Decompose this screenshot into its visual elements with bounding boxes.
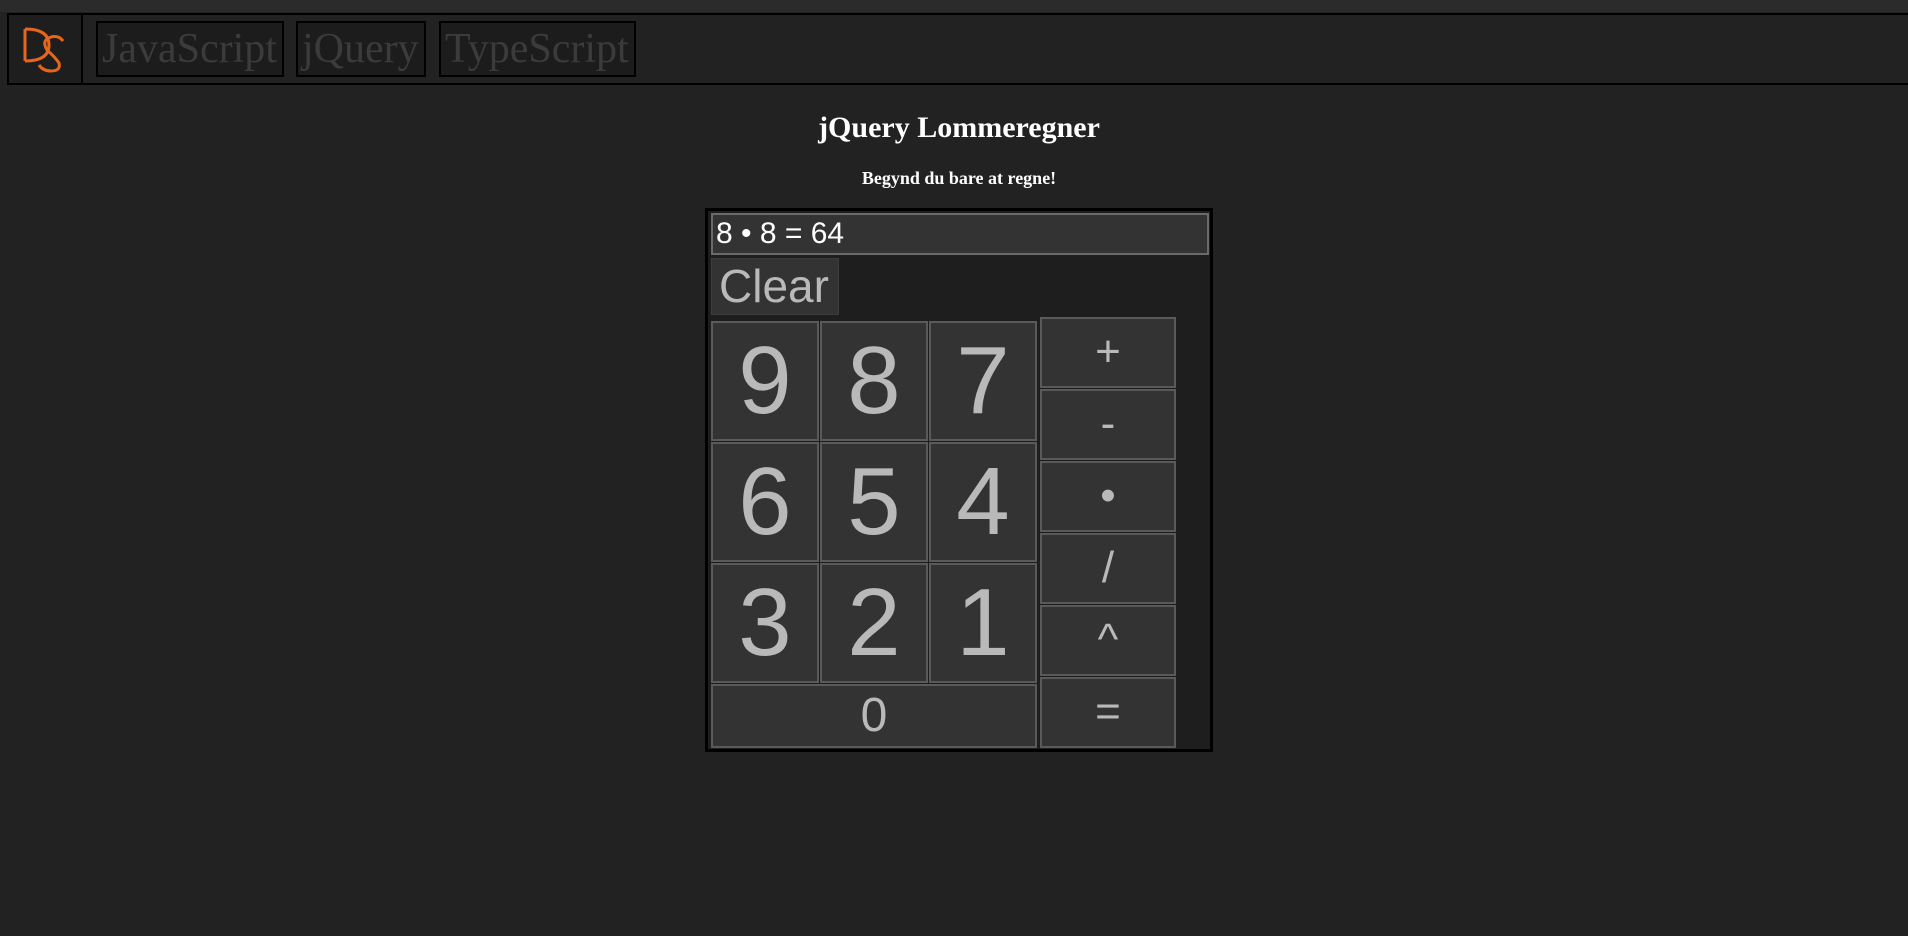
power-button[interactable]: ^ — [1040, 605, 1176, 676]
page-title: jQuery Lommeregner — [818, 111, 1100, 144]
clear-button[interactable]: Clear — [711, 258, 839, 315]
nav-link-jquery[interactable]: jQuery — [296, 21, 426, 77]
digit-1-button[interactable]: 1 — [929, 563, 1037, 683]
top-navbar: JavaScript jQuery TypeScript — [7, 13, 1908, 85]
nav-link-javascript[interactable]: JavaScript — [96, 21, 284, 77]
nav-link-typescript[interactable]: TypeScript — [439, 21, 636, 77]
digit-8-button[interactable]: 8 — [820, 321, 928, 441]
calculator-display[interactable]: 8 • 8 = 64 — [711, 213, 1209, 255]
calculator: 8 • 8 = 64 Clear 9 8 7 6 5 4 3 2 1 0 + -… — [705, 208, 1213, 752]
equals-button[interactable]: = — [1040, 677, 1176, 748]
page-subtitle: Begynd du bare at regne! — [861, 168, 1057, 188]
digit-7-button[interactable]: 7 — [929, 321, 1037, 441]
digit-9-button[interactable]: 9 — [711, 321, 819, 441]
ds-logo-icon — [23, 27, 65, 73]
digit-2-button[interactable]: 2 — [820, 563, 928, 683]
digit-3-button[interactable]: 3 — [711, 563, 819, 683]
divide-button[interactable]: / — [1040, 533, 1176, 604]
digit-5-button[interactable]: 5 — [820, 442, 928, 562]
minus-button[interactable]: - — [1040, 389, 1176, 460]
multiply-button[interactable]: • — [1040, 461, 1176, 532]
digit-4-button[interactable]: 4 — [929, 442, 1037, 562]
plus-button[interactable]: + — [1040, 317, 1176, 388]
digit-0-button[interactable]: 0 — [711, 684, 1037, 748]
browser-top-strip — [0, 0, 1908, 12]
digit-6-button[interactable]: 6 — [711, 442, 819, 562]
site-logo[interactable] — [9, 15, 83, 83]
